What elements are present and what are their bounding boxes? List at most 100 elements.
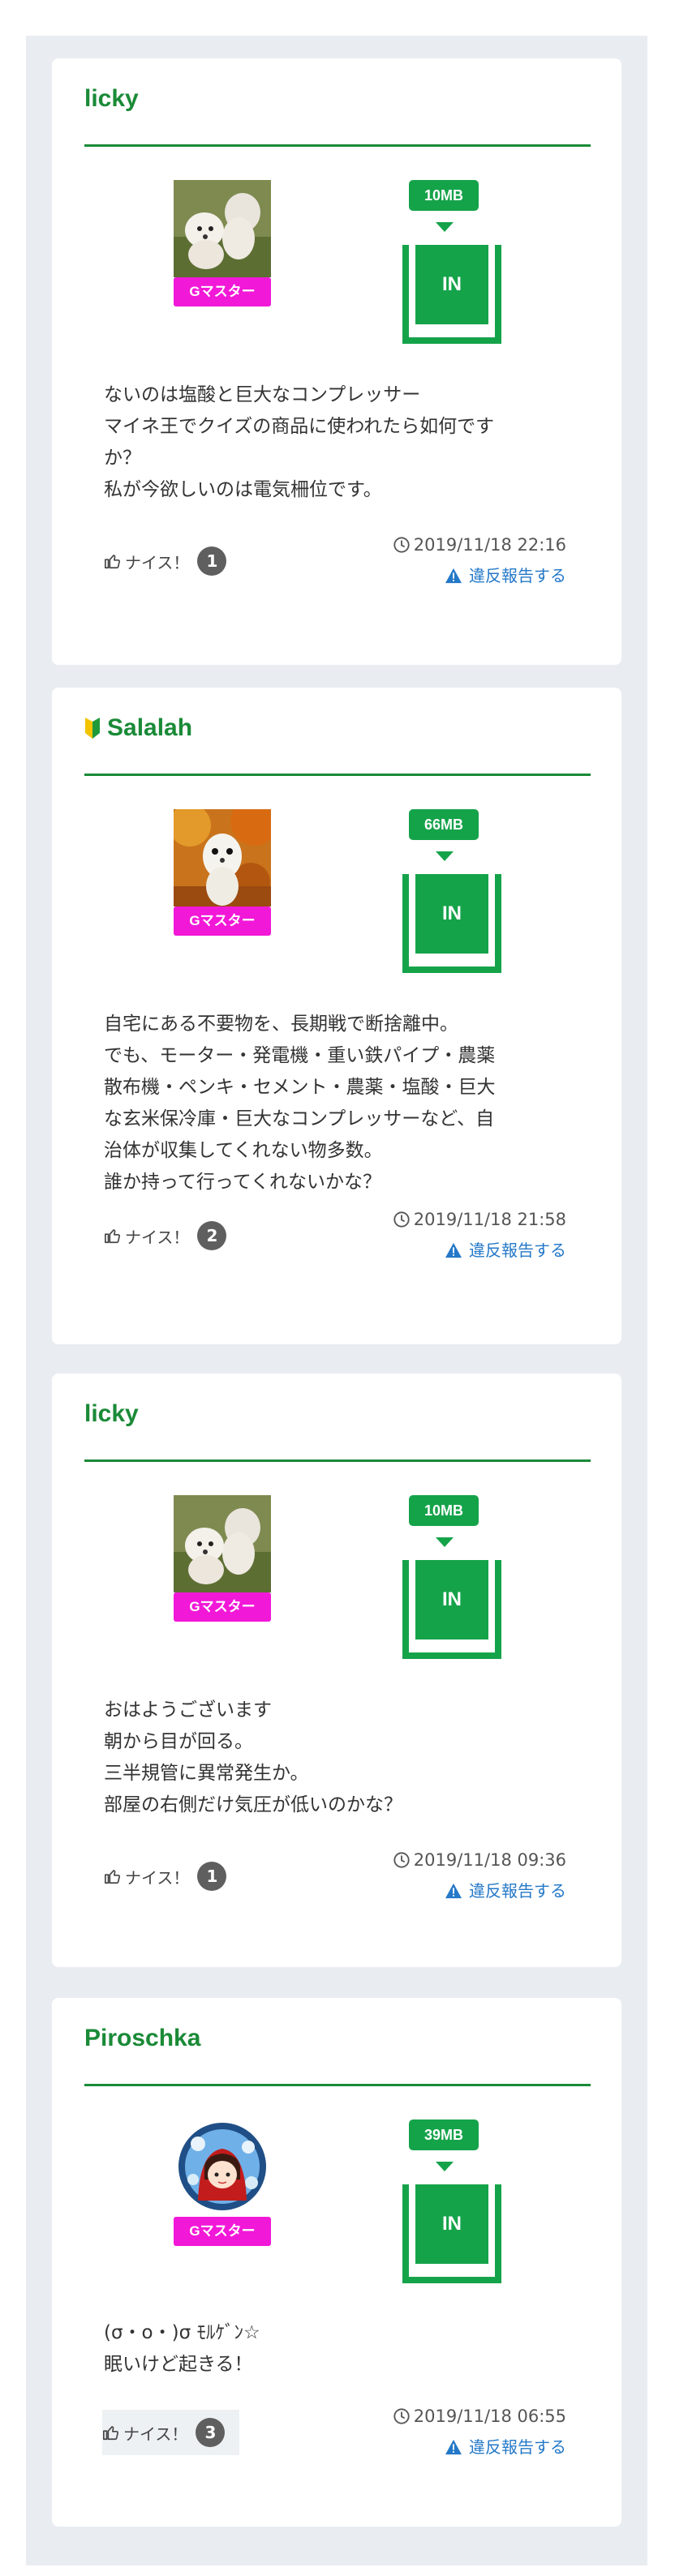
post-date: 2019/11/18 06:55 bbox=[393, 2405, 566, 2428]
post-message: (σ・o・)σ ﾓﾙｹﾞﾝ☆ 眠いけど起きる！ bbox=[104, 2317, 574, 2381]
warning-triangle-icon bbox=[445, 1242, 462, 1258]
post-message: おはようございます 朝から目が回る。 三半規管に異常発生か。 部屋の右側だけ気圧… bbox=[104, 1695, 574, 1821]
post-card: Salalah Gマスター 66MB IN 自宅にある不要物を、長期戦で断捨離中… bbox=[52, 688, 621, 1344]
username-divider bbox=[84, 2084, 591, 2086]
down-arrow-icon bbox=[436, 2162, 454, 2171]
avatar[interactable]: Gマスター bbox=[174, 2120, 271, 2246]
report-link[interactable]: 違反報告する bbox=[445, 1879, 566, 1902]
nice-button[interactable]: ナイス！ 2 bbox=[104, 1219, 227, 1252]
data-size-badge: 10MB bbox=[409, 1495, 479, 1526]
post-message: ないのは塩酸と巨大なコンプレッサー マイネ王でクイズの商品に使われたら如何です … bbox=[104, 379, 574, 506]
username-link[interactable]: licky bbox=[84, 84, 139, 114]
message-line: な玄米保冷庫・巨大なコンプレッサーなど、自 bbox=[104, 1108, 495, 1129]
rank-badge: Gマスター bbox=[174, 277, 271, 306]
avatar[interactable]: Gマスター bbox=[174, 180, 271, 306]
clock-icon bbox=[393, 2408, 410, 2424]
thumbs-up-icon bbox=[103, 2426, 119, 2441]
beginner-mark-icon bbox=[85, 718, 100, 739]
direction-label: IN bbox=[415, 2184, 488, 2264]
in-tray-icon: IN bbox=[402, 1560, 501, 1659]
username-divider bbox=[84, 774, 591, 776]
date-text: 2019/11/18 09:36 bbox=[413, 1850, 566, 1870]
direction-label: IN bbox=[415, 245, 488, 324]
message-line: でも、モーター・発電機・重い鉄パイプ・農薬 bbox=[104, 1045, 496, 1066]
report-link[interactable]: 違反報告する bbox=[445, 564, 566, 587]
nice-label: ナイス！ bbox=[123, 2424, 188, 2444]
post-card: Piroschka Gマスター 39MB IN (σ・o・)σ ﾓﾙｹﾞﾝ☆ 眠… bbox=[52, 1998, 621, 2527]
message-line: 散布機・ペンキ・セメント・農薬・塩酸・巨大 bbox=[104, 1077, 496, 1098]
rank-badge: Gマスター bbox=[174, 1592, 271, 1622]
rank-badge: Gマスター bbox=[174, 907, 271, 936]
post-message: 自宅にある不要物を、長期戦で断捨離中。 でも、モーター・発電機・重い鉄パイプ・農… bbox=[104, 1009, 574, 1198]
report-label: 違反報告する bbox=[469, 566, 566, 585]
warning-triangle-icon bbox=[445, 1883, 462, 1899]
nice-count: 3 bbox=[196, 2418, 226, 2447]
post-date: 2019/11/18 09:36 bbox=[393, 1849, 566, 1871]
nice-button[interactable]: ナイス！ 1 bbox=[104, 1860, 227, 1892]
username-link[interactable]: Piroschka bbox=[84, 2024, 200, 2053]
avatar-image[interactable] bbox=[174, 180, 271, 277]
data-transfer-indicator: 10MB IN bbox=[402, 1495, 501, 1659]
message-line: 自宅にある不要物を、長期戦で断捨離中。 bbox=[104, 1014, 458, 1035]
username-divider bbox=[84, 1459, 591, 1462]
message-line: 眠いけど起きる！ bbox=[104, 2354, 253, 2375]
in-tray-icon: IN bbox=[402, 874, 501, 973]
down-arrow-icon bbox=[436, 1537, 454, 1547]
nice-count: 1 bbox=[197, 1862, 227, 1891]
username-link[interactable]: licky bbox=[84, 1399, 139, 1429]
rank-badge: Gマスター bbox=[174, 2217, 271, 2246]
warning-triangle-icon bbox=[445, 2439, 462, 2455]
message-line: 誰か持って行ってくれないかな？ bbox=[104, 1172, 382, 1193]
nice-label: ナイス！ bbox=[125, 1227, 190, 1247]
nice-button[interactable]: ナイス！ 3 bbox=[102, 2410, 240, 2455]
post-card: licky Gマスター 10MB IN ないのは塩酸と巨大なコンプレッサー マイ… bbox=[52, 58, 621, 665]
in-tray-icon: IN bbox=[402, 245, 501, 344]
thumbs-up-icon bbox=[105, 555, 121, 569]
message-line: 部屋の右側だけ気圧が低いのかな？ bbox=[104, 1794, 402, 1815]
report-link[interactable]: 違反報告する bbox=[445, 1239, 566, 1262]
data-size-badge: 66MB bbox=[409, 809, 479, 840]
direction-label: IN bbox=[415, 874, 488, 954]
data-transfer-indicator: 39MB IN bbox=[402, 2120, 501, 2283]
message-line: 私が今欲しいのは電気柵位です。 bbox=[104, 479, 382, 500]
thumbs-up-icon bbox=[105, 1870, 121, 1884]
nice-count: 1 bbox=[197, 546, 227, 576]
data-size-badge: 10MB bbox=[409, 180, 479, 211]
avatar-image[interactable] bbox=[174, 809, 271, 907]
avatar[interactable]: Gマスター bbox=[174, 809, 271, 936]
post-date: 2019/11/18 22:16 bbox=[393, 534, 566, 556]
avatar-image[interactable] bbox=[174, 1495, 271, 1592]
data-transfer-indicator: 66MB IN bbox=[402, 809, 501, 973]
warning-triangle-icon bbox=[445, 568, 462, 584]
nice-button[interactable]: ナイス！ 1 bbox=[104, 545, 227, 577]
report-label: 違反報告する bbox=[469, 2437, 566, 2457]
nice-label: ナイス！ bbox=[125, 1867, 190, 1888]
message-line: 三半規管に異常発生か。 bbox=[104, 1763, 309, 1784]
nice-count: 2 bbox=[197, 1221, 227, 1250]
avatar-image[interactable] bbox=[174, 2120, 271, 2217]
clock-icon bbox=[393, 1852, 410, 1868]
date-text: 2019/11/18 22:16 bbox=[413, 535, 566, 555]
data-size-badge: 39MB bbox=[409, 2120, 479, 2150]
clock-icon bbox=[393, 1211, 410, 1228]
avatar[interactable]: Gマスター bbox=[174, 1495, 271, 1622]
report-label: 違反報告する bbox=[469, 1881, 566, 1901]
clock-icon bbox=[393, 537, 410, 553]
data-transfer-indicator: 10MB IN bbox=[402, 180, 501, 344]
message-line: おはようございます bbox=[104, 1699, 272, 1721]
message-line: (σ・o・)σ ﾓﾙｹﾞﾝ☆ bbox=[104, 2322, 260, 2343]
message-line: 朝から目が回る。 bbox=[104, 1731, 253, 1752]
nice-label: ナイス！ bbox=[125, 552, 190, 572]
date-text: 2019/11/18 06:55 bbox=[413, 2407, 566, 2426]
post-date: 2019/11/18 21:58 bbox=[393, 1208, 566, 1231]
direction-label: IN bbox=[415, 1560, 488, 1639]
down-arrow-icon bbox=[436, 222, 454, 232]
message-line: マイネ王でクイズの商品に使われたら如何です bbox=[104, 416, 495, 437]
report-link[interactable]: 違反報告する bbox=[445, 2436, 566, 2458]
post-card: licky Gマスター 10MB IN おはようございます 朝から目が回る。 三… bbox=[52, 1374, 621, 1967]
username-divider bbox=[84, 144, 591, 147]
report-label: 違反報告する bbox=[469, 1241, 566, 1260]
message-line: 治体が収集してくれない物多数。 bbox=[104, 1140, 383, 1161]
message-line: か？ bbox=[104, 448, 141, 469]
username-link[interactable]: Salalah bbox=[84, 714, 192, 743]
